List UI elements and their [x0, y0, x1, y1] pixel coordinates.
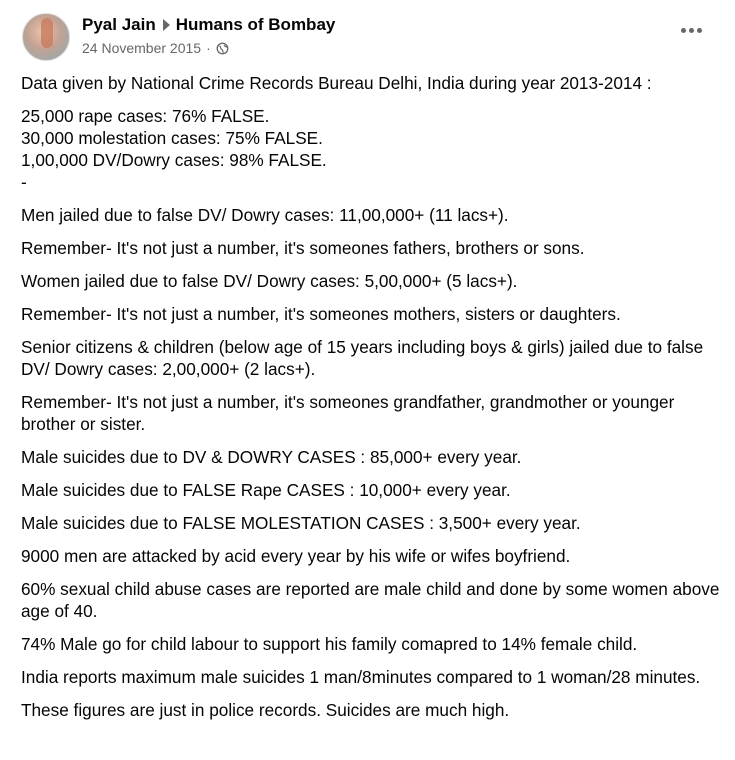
author-name[interactable]: Pyal Jain	[82, 14, 156, 36]
paragraph: Male suicides due to FALSE MOLESTATION C…	[21, 513, 581, 533]
stat-line: 30,000 molestation cases: 75% FALSE.	[21, 128, 323, 148]
page-name[interactable]: Humans of Bombay	[176, 14, 336, 36]
paragraph: Men jailed due to false DV/ Dowry cases:…	[21, 205, 509, 225]
post-body: Data given by National Crime Records Bur…	[21, 72, 721, 732]
paragraph: 9000 men are attacked by acid every year…	[21, 546, 571, 566]
stats-block: 25,000 rape cases: 76% FALSE. 30,000 mol…	[21, 105, 721, 193]
post-subline: 24 November 2015 ·	[82, 39, 335, 57]
stat-line: 25,000 rape cases: 76% FALSE.	[21, 106, 270, 126]
paragraph: Senior citizens & children (below age of…	[21, 337, 704, 379]
paragraph: These figures are just in police records…	[21, 700, 510, 720]
intro-text: Data given by National Crime Records Bur…	[21, 73, 652, 93]
paragraph: Remember- It's not just a number, it's s…	[21, 238, 585, 258]
post-header: Pyal Jain Humans of Bombay 24 November 2…	[22, 13, 335, 61]
avatar[interactable]	[22, 13, 70, 61]
facebook-post: Pyal Jain Humans of Bombay 24 November 2…	[0, 0, 735, 760]
post-meta: Pyal Jain Humans of Bombay 24 November 2…	[82, 14, 335, 57]
more-icon[interactable]	[681, 24, 705, 36]
stat-line: 1,00,000 DV/Dowry cases: 98% FALSE.	[21, 150, 327, 170]
paragraph: India reports maximum male suicides 1 ma…	[21, 667, 701, 687]
separator-dot: ·	[206, 40, 211, 56]
paragraph: Male suicides due to DV & DOWRY CASES : …	[21, 447, 522, 467]
post-date[interactable]: 24 November 2015	[82, 39, 201, 57]
paragraph: Women jailed due to false DV/ Dowry case…	[21, 271, 518, 291]
paragraph: 60% sexual child abuse cases are reporte…	[21, 579, 720, 621]
stat-line: -	[21, 172, 27, 192]
paragraph: Remember- It's not just a number, it's s…	[21, 392, 675, 434]
post-names: Pyal Jain Humans of Bombay	[82, 14, 335, 36]
paragraph: Remember- It's not just a number, it's s…	[21, 304, 621, 324]
paragraph: Male suicides due to FALSE Rape CASES : …	[21, 480, 511, 500]
caret-right-icon	[162, 19, 170, 31]
globe-icon[interactable]	[216, 42, 229, 55]
paragraph: 74% Male go for child labour to support …	[21, 634, 638, 654]
